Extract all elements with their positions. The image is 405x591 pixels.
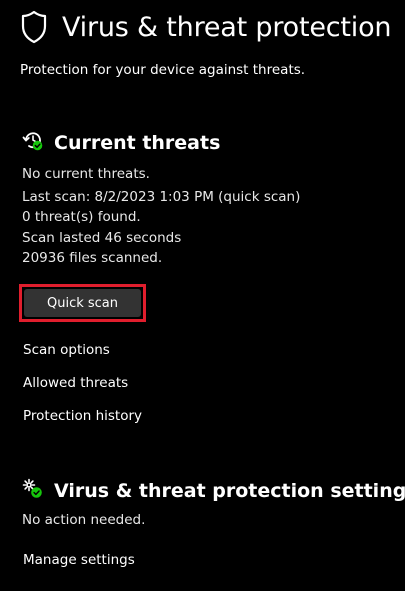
current-threats-header: Current threats — [22, 130, 220, 156]
scan-options-link[interactable]: Scan options — [23, 342, 110, 358]
files-scanned-text: 20936 files scanned. — [22, 250, 163, 266]
protection-settings-header: Virus & threat protection settings — [22, 478, 405, 504]
manage-settings-link[interactable]: Manage settings — [23, 552, 135, 568]
protection-settings-title: Virus & threat protection settings — [54, 480, 405, 502]
last-scan-text: Last scan: 8/2/2023 1:03 PM (quick scan) — [22, 189, 301, 205]
threats-found-text: 0 threat(s) found. — [22, 209, 141, 225]
scan-duration-text: Scan lasted 46 seconds — [22, 230, 182, 246]
history-check-icon — [22, 130, 44, 156]
page-subtitle: Protection for your device against threa… — [20, 62, 306, 78]
threat-status-text: No current threats. — [22, 166, 150, 182]
protection-history-link[interactable]: Protection history — [23, 408, 142, 424]
current-threats-title: Current threats — [54, 132, 221, 154]
settings-gear-check-icon — [22, 478, 44, 504]
settings-status-text: No action needed. — [22, 512, 146, 528]
shield-icon — [20, 10, 48, 44]
quick-scan-button[interactable]: Quick scan — [24, 289, 141, 317]
quick-scan-highlight: Quick scan — [19, 284, 146, 322]
page-title: Virus & threat protection — [62, 11, 392, 43]
allowed-threats-link[interactable]: Allowed threats — [23, 375, 128, 391]
page-header: Virus & threat protection — [20, 10, 392, 44]
